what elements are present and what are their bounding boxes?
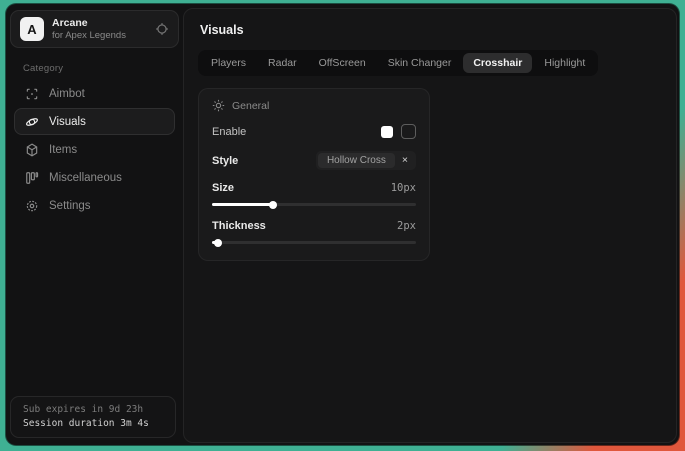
main-panel: Visuals Players Radar OffScreen Skin Cha…	[183, 8, 677, 443]
size-row: Size 10px	[212, 182, 416, 194]
style-row: Style Hollow Cross ×	[212, 151, 416, 170]
brand-card: A Arcane for Apex Legends	[10, 10, 179, 48]
sidebar-item-settings[interactable]: Settings	[14, 192, 175, 219]
sidebar-nav: Aimbot Visuals Items	[6, 80, 183, 219]
sidebar: A Arcane for Apex Legends Category	[6, 4, 183, 445]
enable-checkbox-checked[interactable]	[381, 126, 393, 138]
size-slider-thumb[interactable]	[269, 201, 277, 209]
columns-grid-icon	[25, 171, 39, 185]
size-label: Size	[212, 182, 234, 194]
thickness-slider-track	[212, 241, 416, 244]
size-slider-fill	[212, 203, 273, 206]
page-title: Visuals	[200, 23, 662, 37]
sidebar-item-label: Miscellaneous	[49, 172, 122, 184]
enable-keybind-box[interactable]	[401, 124, 416, 139]
thickness-slider-thumb[interactable]	[214, 239, 222, 247]
app-window: A Arcane for Apex Legends Category	[6, 4, 679, 445]
package-box-icon	[25, 143, 39, 157]
visuals-tabbar: Players Radar OffScreen Skin Changer Cro…	[198, 50, 598, 76]
sidebar-item-label: Aimbot	[49, 88, 85, 100]
gear-icon	[25, 199, 39, 213]
app-logo: A	[20, 17, 44, 41]
target-scan-icon	[25, 87, 39, 101]
card-header: General	[212, 99, 416, 112]
card-header-label: General	[232, 100, 269, 112]
sidebar-item-visuals[interactable]: Visuals	[14, 108, 175, 135]
tab-crosshair[interactable]: Crosshair	[463, 53, 532, 73]
tab-skin-changer[interactable]: Skin Changer	[378, 53, 462, 73]
general-settings-card: General Enable Style Hollow Cross × Size…	[198, 88, 430, 261]
thickness-row: Thickness 2px	[212, 220, 416, 232]
thickness-label: Thickness	[212, 220, 266, 232]
brand-title: Arcane	[52, 17, 126, 30]
thickness-slider[interactable]	[212, 238, 416, 246]
style-select[interactable]: Hollow Cross ×	[316, 151, 416, 170]
style-label: Style	[212, 155, 238, 167]
session-duration-text: Session duration 3m 4s	[23, 418, 163, 429]
sub-expires-text: Sub expires in 9d 23h	[23, 404, 163, 415]
brand-subtitle: for Apex Legends	[52, 30, 126, 42]
category-label: Category	[23, 63, 183, 74]
tab-players[interactable]: Players	[201, 53, 256, 73]
size-slider[interactable]	[212, 200, 416, 208]
thickness-value: 2px	[397, 220, 416, 232]
sun-settings-icon	[212, 99, 225, 112]
sidebar-item-miscellaneous[interactable]: Miscellaneous	[14, 164, 175, 191]
brand-text: Arcane for Apex Legends	[52, 17, 126, 42]
enable-row: Enable	[212, 124, 416, 139]
subscription-info-card: Sub expires in 9d 23h Session duration 3…	[10, 396, 176, 438]
tab-offscreen[interactable]: OffScreen	[309, 53, 376, 73]
enable-label: Enable	[212, 126, 246, 138]
size-value: 10px	[391, 182, 416, 194]
sidebar-item-items[interactable]: Items	[14, 136, 175, 163]
sidebar-item-aimbot[interactable]: Aimbot	[14, 80, 175, 107]
orbit-eye-icon	[25, 115, 39, 129]
style-remove-icon[interactable]: ×	[396, 155, 414, 166]
sidebar-item-label: Visuals	[49, 116, 86, 128]
enable-controls	[381, 124, 416, 139]
crosshair-scope-icon[interactable]	[155, 22, 169, 36]
tab-highlight[interactable]: Highlight	[534, 53, 595, 73]
sidebar-item-label: Settings	[49, 200, 91, 212]
style-value-tag[interactable]: Hollow Cross	[318, 153, 395, 168]
desktop-background: { "theme": { "background_teal": "#3fb093…	[0, 0, 685, 451]
tab-radar[interactable]: Radar	[258, 53, 307, 73]
sidebar-item-label: Items	[49, 144, 77, 156]
